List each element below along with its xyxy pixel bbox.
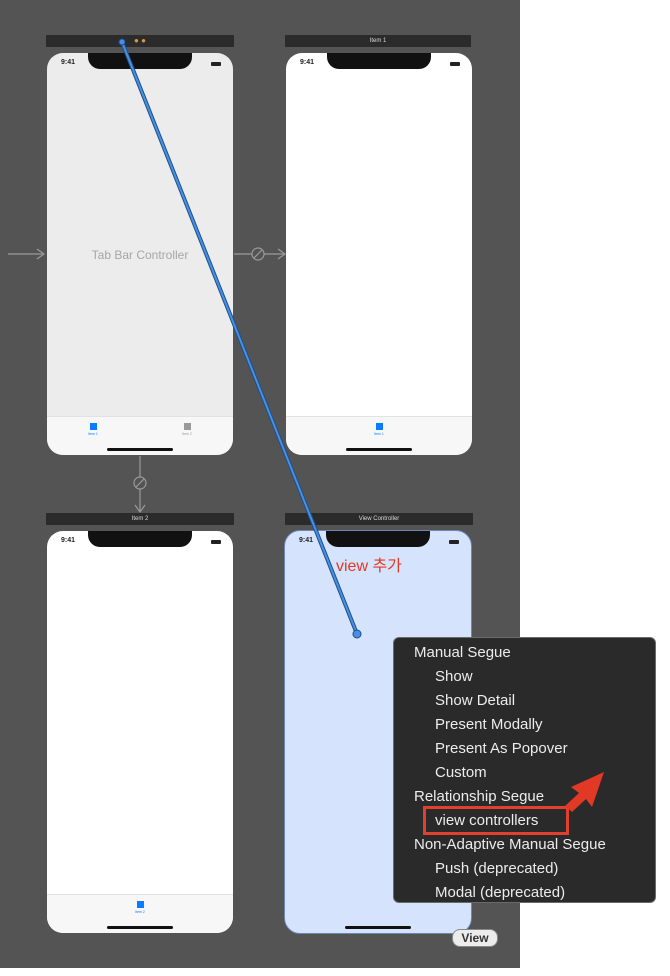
annotation-arrow <box>565 772 604 812</box>
drag-view-tag: View <box>452 929 498 947</box>
red-arrow-icon <box>565 772 604 812</box>
